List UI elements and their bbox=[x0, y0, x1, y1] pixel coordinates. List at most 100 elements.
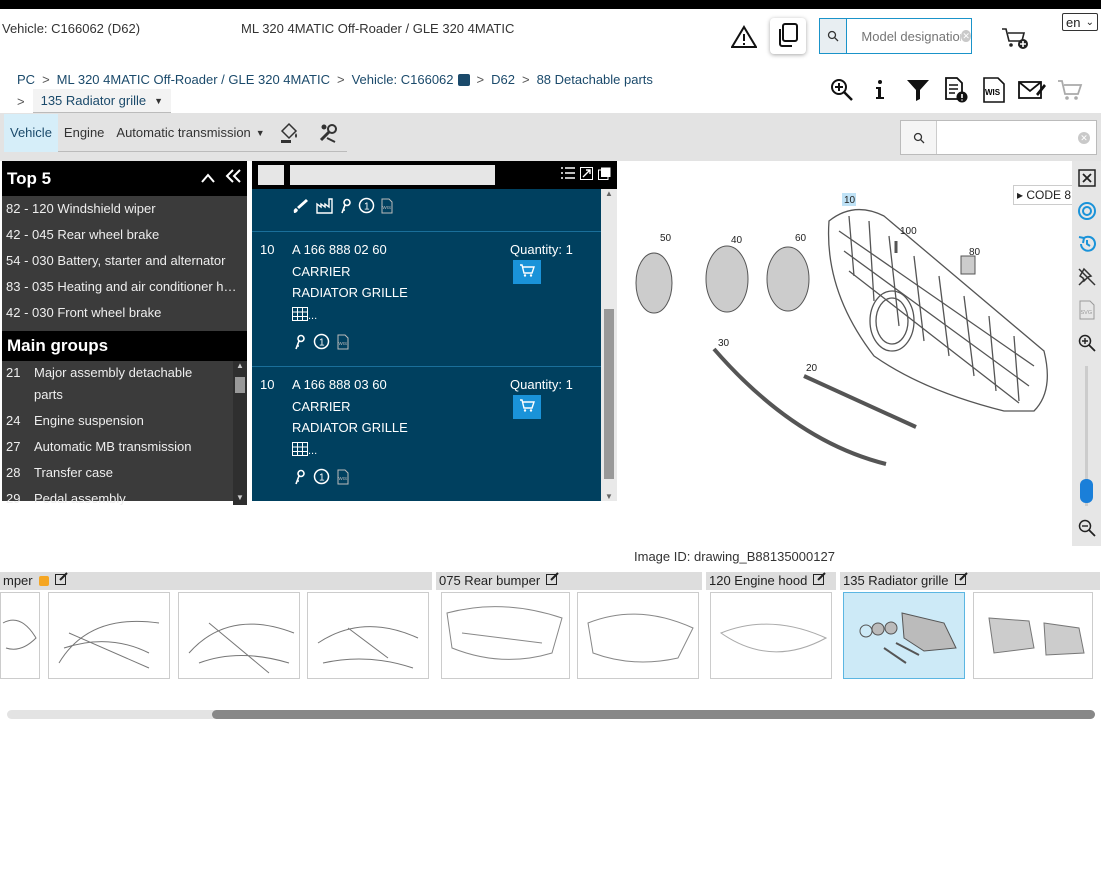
info-icon[interactable] bbox=[861, 74, 899, 106]
strip-group-label[interactable]: mper bbox=[3, 572, 33, 590]
position-filter-input[interactable] bbox=[258, 165, 284, 185]
key-icon[interactable] bbox=[294, 334, 306, 353]
info-circle-icon[interactable]: 1 bbox=[358, 197, 375, 217]
top5-item[interactable]: 42 - 045 Rear wheel brake bbox=[2, 222, 247, 248]
svg-icon[interactable]: SVG bbox=[1072, 293, 1101, 326]
zoom-in-icon[interactable] bbox=[823, 74, 861, 106]
code-badge[interactable]: ▸ CODE 8 bbox=[1013, 185, 1073, 205]
top5-item[interactable]: 54 - 030 Battery, starter and alternator bbox=[2, 248, 247, 274]
parts-scrollbar[interactable]: ▲ ▼ bbox=[601, 189, 617, 501]
cart-icon[interactable] bbox=[1051, 74, 1089, 106]
tools-icon[interactable] bbox=[309, 114, 347, 152]
copy-vin-icon[interactable] bbox=[457, 73, 470, 86]
scrollbar-thumb[interactable] bbox=[212, 710, 1095, 719]
scroll-up-icon[interactable]: ▲ bbox=[601, 189, 617, 198]
top5-item[interactable]: 42 - 030 Front wheel brake bbox=[2, 300, 247, 326]
thumbnail[interactable] bbox=[710, 592, 832, 679]
chevron-up-icon[interactable] bbox=[200, 169, 216, 189]
thumbnail[interactable] bbox=[0, 592, 40, 679]
language-select[interactable]: en ⌄ bbox=[1062, 13, 1098, 31]
model-search-input[interactable] bbox=[861, 21, 962, 51]
thumbnail[interactable] bbox=[48, 592, 170, 679]
grid-info[interactable]: ... bbox=[292, 442, 317, 459]
thumbnail-scrollbar[interactable] bbox=[7, 710, 1095, 719]
main-group-item[interactable]: 27 Automatic MB transmission bbox=[2, 436, 247, 458]
clear-icon[interactable]: ✕ bbox=[1078, 131, 1090, 144]
tab-automatic-transmission[interactable]: Automatic transmission ▼ bbox=[110, 114, 270, 152]
edit-icon[interactable] bbox=[954, 572, 968, 590]
tab-vehicle[interactable]: Vehicle bbox=[4, 113, 58, 152]
edit-icon[interactable] bbox=[546, 572, 559, 590]
info-circle-icon[interactable]: 1 bbox=[313, 333, 330, 353]
clear-icon[interactable]: ✕ bbox=[961, 30, 971, 42]
main-group-item[interactable]: 29 Pedal assembly bbox=[2, 488, 247, 505]
callout-20[interactable]: 20 bbox=[806, 363, 818, 374]
callout-50[interactable]: 50 bbox=[660, 233, 672, 244]
breadcrumb-model[interactable]: ML 320 4MATIC Off-Roader / GLE 320 4MATI… bbox=[57, 72, 330, 87]
info-circle-icon[interactable]: 1 bbox=[313, 468, 330, 488]
search-icon[interactable] bbox=[820, 19, 848, 53]
document-alert-icon[interactable] bbox=[937, 74, 975, 106]
search-icon[interactable] bbox=[901, 121, 937, 154]
main-groups-scrollbar[interactable]: ▲ ▼ bbox=[233, 361, 247, 505]
key-icon[interactable] bbox=[294, 469, 306, 488]
part-row[interactable]: 10 A 166 888 02 60 CARRIER RADIATOR GRIL… bbox=[252, 231, 601, 366]
scrollbar-thumb[interactable] bbox=[604, 309, 614, 479]
thumbnail-selected[interactable] bbox=[843, 592, 965, 679]
add-to-cart-button[interactable] bbox=[513, 395, 541, 419]
parts-search-input[interactable] bbox=[943, 122, 1078, 153]
breadcrumb-vehicle[interactable]: Vehicle: C166062 bbox=[352, 72, 454, 87]
add-to-cart-button[interactable] bbox=[513, 260, 541, 284]
thumbnail[interactable] bbox=[307, 592, 429, 679]
thumbnail[interactable] bbox=[973, 592, 1093, 679]
callout-60[interactable]: 60 bbox=[795, 233, 807, 244]
factory-icon[interactable] bbox=[316, 197, 334, 217]
wis-doc-icon[interactable]: WIS bbox=[381, 198, 393, 217]
note-icon[interactable] bbox=[38, 576, 49, 586]
thumbnail[interactable] bbox=[441, 592, 570, 679]
tab-engine[interactable]: Engine bbox=[58, 114, 110, 152]
part-row[interactable]: 10 A 166 888 03 60 CARRIER RADIATOR GRIL… bbox=[252, 366, 601, 501]
expand-icon[interactable] bbox=[580, 167, 593, 183]
wis-icon[interactable]: WIS bbox=[975, 74, 1013, 106]
scroll-down-icon[interactable]: ▼ bbox=[233, 493, 247, 505]
edit-icon[interactable] bbox=[813, 572, 827, 590]
thumbnail[interactable] bbox=[178, 592, 300, 679]
strip-group-label[interactable]: 075 Rear bumper bbox=[439, 572, 540, 590]
part-filter-input[interactable] bbox=[290, 165, 495, 185]
list-view-icon[interactable] bbox=[561, 167, 575, 183]
breadcrumb-detachable-parts[interactable]: 88 Detachable parts bbox=[537, 72, 653, 87]
top5-item[interactable]: 83 - 035 Heating and air conditioner h… bbox=[2, 274, 247, 300]
filter-icon[interactable] bbox=[899, 74, 937, 106]
collapse-left-icon[interactable] bbox=[224, 168, 242, 189]
wis-doc-icon[interactable]: WIS bbox=[337, 469, 349, 488]
zoom-out-icon[interactable] bbox=[1072, 511, 1101, 544]
main-group-item[interactable]: 28 Transfer case bbox=[2, 462, 247, 484]
history-icon[interactable] bbox=[1072, 227, 1101, 260]
main-group-item[interactable]: 21 Major assembly detachable parts bbox=[2, 362, 247, 406]
strip-group-label[interactable]: 120 Engine hood bbox=[709, 572, 807, 590]
edit-icon[interactable] bbox=[54, 572, 68, 590]
detach-window-icon[interactable] bbox=[598, 167, 611, 183]
strip-group-label[interactable]: 135 Radiator grille bbox=[843, 572, 949, 590]
scroll-down-icon[interactable]: ▼ bbox=[601, 492, 617, 501]
scrollbar-thumb[interactable] bbox=[235, 377, 245, 393]
main-group-item[interactable]: 24 Engine suspension bbox=[2, 410, 247, 432]
wis-doc-icon[interactable]: WIS bbox=[337, 334, 349, 353]
zoom-in-icon[interactable] bbox=[1072, 326, 1101, 359]
zoom-slider-handle[interactable] bbox=[1080, 479, 1093, 503]
subgroup-dropdown[interactable]: 135 Radiator grille ▼ bbox=[32, 89, 172, 113]
target-icon[interactable] bbox=[1072, 194, 1101, 227]
callout-40[interactable]: 40 bbox=[731, 235, 743, 246]
paint-bucket-icon[interactable] bbox=[271, 114, 309, 152]
callout-30[interactable]: 30 bbox=[718, 338, 730, 349]
top5-item[interactable]: 82 - 120 Windshield wiper bbox=[2, 196, 247, 222]
scroll-up-icon[interactable]: ▲ bbox=[233, 361, 247, 373]
mail-edit-icon[interactable] bbox=[1013, 74, 1051, 106]
grid-info[interactable]: ... bbox=[292, 307, 317, 324]
key-icon[interactable] bbox=[340, 198, 352, 217]
add-to-cart-icon[interactable] bbox=[1000, 26, 1030, 52]
breadcrumb-d62[interactable]: D62 bbox=[491, 72, 515, 87]
callout-80[interactable]: 80 bbox=[969, 247, 981, 258]
parts-drawing[interactable]: 10 100 50 40 60 80 30 20 bbox=[624, 161, 1074, 516]
